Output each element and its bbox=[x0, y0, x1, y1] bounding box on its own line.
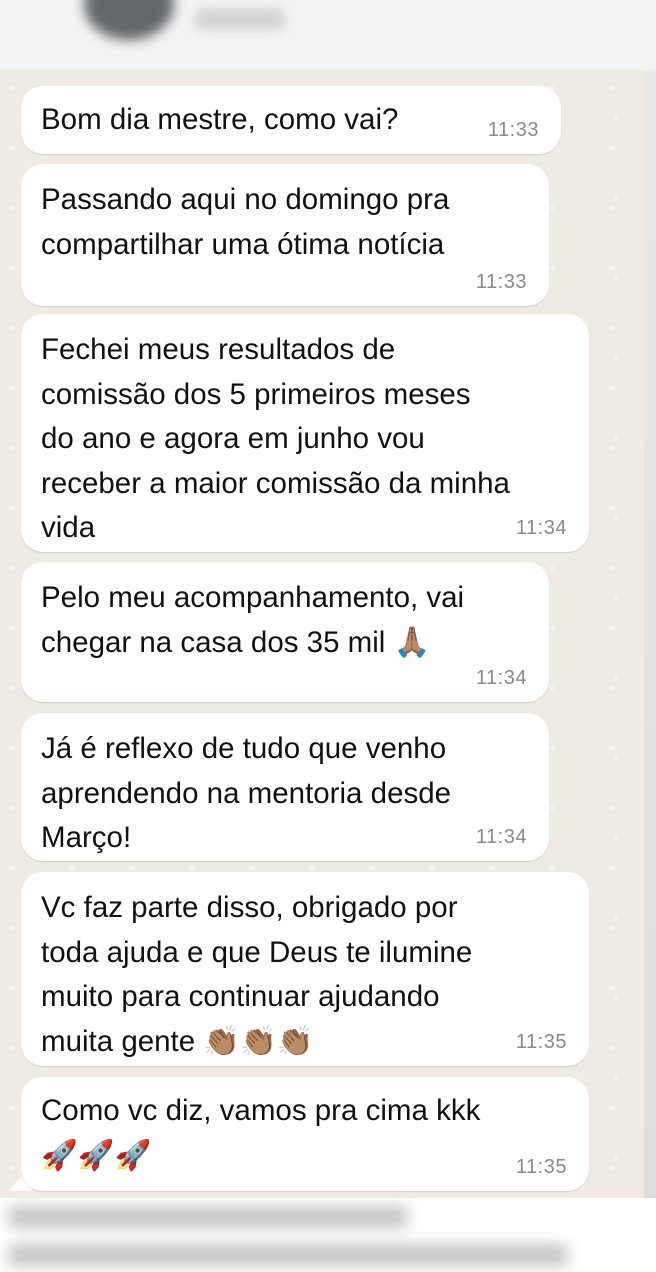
message-text: Bom dia mestre, como vai? bbox=[41, 103, 399, 136]
message-text: Vc faz parte disso, obrigado por toda aj… bbox=[41, 891, 473, 1058]
message-bubble[interactable]: Bom dia mestre, como vai? 11:33 bbox=[21, 86, 561, 154]
contact-name[interactable] bbox=[195, 8, 285, 30]
message-time: 11:34 bbox=[515, 517, 567, 539]
message-bubble[interactable]: Já é reflexo de tudo que venho aprendend… bbox=[21, 713, 549, 861]
message-time: 11:33 bbox=[475, 271, 527, 293]
message-text: Como vc diz, vamos pra cima kkk 🚀🚀🚀 bbox=[41, 1094, 481, 1172]
message-time: 11:34 bbox=[475, 667, 527, 689]
message-text: Já é reflexo de tudo que venho aprendend… bbox=[41, 732, 452, 854]
message-time: 11:35 bbox=[515, 1156, 567, 1178]
message-bubble[interactable]: Vc faz parte disso, obrigado por toda aj… bbox=[21, 872, 589, 1066]
contact-avatar[interactable] bbox=[84, 0, 174, 40]
chat-header bbox=[0, 0, 656, 71]
message-bubble[interactable]: Pelo meu acompanhamento, vai chegar na c… bbox=[21, 562, 549, 702]
message-bubble[interactable]: Passando aqui no domingo pra compartilha… bbox=[21, 164, 549, 306]
blurred-footer bbox=[0, 1198, 656, 1272]
chat-edge bbox=[644, 70, 656, 1198]
message-bubble[interactable]: Fechei meus resultados de comissão dos 5… bbox=[21, 314, 589, 552]
message-text: Fechei meus resultados de comissão dos 5… bbox=[41, 333, 510, 544]
message-time: 11:34 bbox=[475, 826, 527, 848]
message-text: Passando aqui no domingo pra compartilha… bbox=[41, 183, 450, 261]
message-text: Pelo meu acompanhamento, vai chegar na c… bbox=[41, 581, 465, 659]
message-time: 11:35 bbox=[515, 1031, 567, 1053]
message-bubble[interactable]: Como vc diz, vamos pra cima kkk 🚀🚀🚀 11:3… bbox=[21, 1077, 589, 1191]
message-time: 11:33 bbox=[487, 119, 539, 141]
